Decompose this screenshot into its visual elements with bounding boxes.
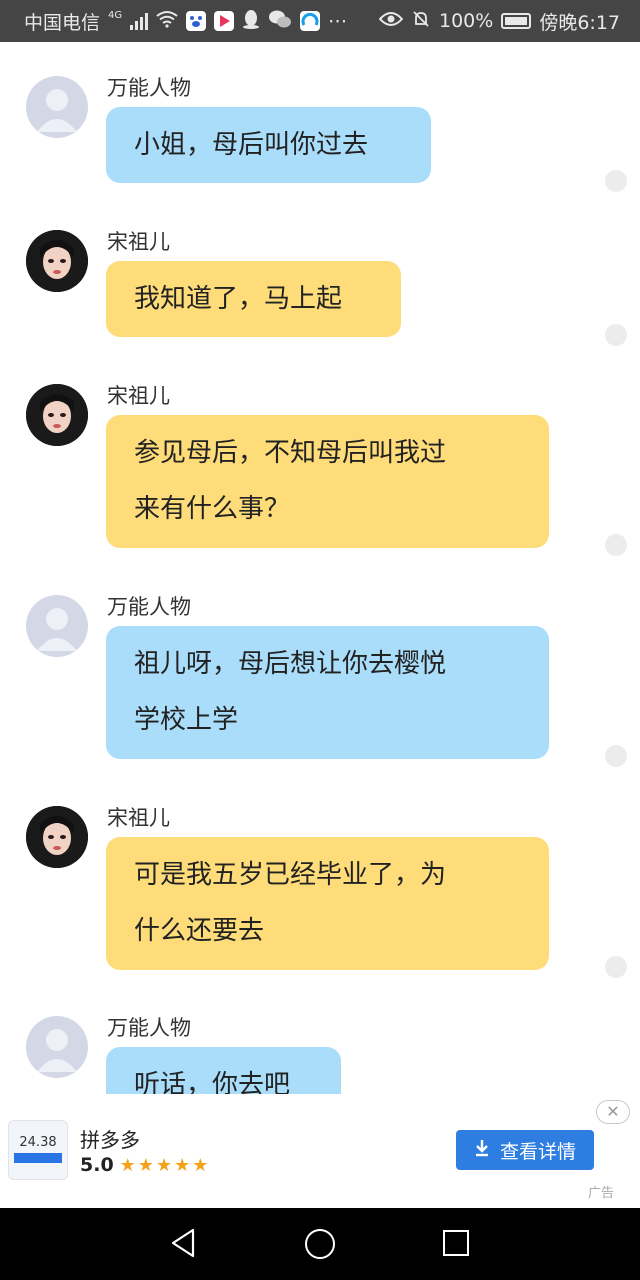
view-details-label: 查看详情 bbox=[499, 1140, 576, 1163]
mute-bell-icon bbox=[411, 9, 431, 34]
ad-close-button[interactable]: ✕ bbox=[596, 1100, 630, 1124]
ad-thumb-value: 24.38 bbox=[19, 1135, 57, 1150]
message-status-dot bbox=[605, 170, 627, 192]
battery-icon bbox=[501, 13, 532, 29]
message-bubble[interactable]: 听话，你去吧 bbox=[106, 1047, 341, 1094]
battery-percent: 100% bbox=[439, 10, 494, 32]
message-status-dot bbox=[605, 534, 627, 556]
default-avatar[interactable] bbox=[26, 1016, 88, 1078]
message-text-line: 来有什么事？ bbox=[134, 494, 291, 524]
default-avatar[interactable] bbox=[26, 76, 88, 138]
ad-label: 广告 bbox=[588, 1186, 615, 1201]
message-bubble[interactable]: 可是我五岁已经毕业了，为 什么还要去 bbox=[106, 837, 549, 970]
girl-avatar[interactable] bbox=[26, 230, 88, 292]
eye-icon bbox=[378, 10, 404, 32]
system-nav-bar bbox=[0, 1208, 640, 1280]
sender-name: 万能人物 bbox=[107, 76, 191, 100]
sender-name: 宋祖儿 bbox=[107, 806, 170, 830]
star-rating-icons: ★★★★★ bbox=[119, 1154, 211, 1176]
message-status-dot bbox=[605, 745, 627, 767]
clock: 傍晚6:17 bbox=[539, 11, 620, 34]
wifi-icon bbox=[156, 10, 178, 33]
message-status-dot bbox=[605, 324, 627, 346]
ad-app-thumbnail[interactable]: 24.38 bbox=[8, 1120, 68, 1180]
message-text: 我知道了，马上起 bbox=[134, 284, 343, 314]
message-bubble[interactable]: 我知道了，马上起 bbox=[106, 261, 401, 337]
more-notifications-icon: ⋯ bbox=[328, 10, 348, 32]
back-icon[interactable] bbox=[170, 1228, 196, 1262]
home-icon[interactable] bbox=[305, 1229, 335, 1259]
message-text: 听话，你去吧 bbox=[134, 1070, 291, 1094]
message-text-line: 可是我五岁已经毕业了，为 bbox=[134, 860, 447, 890]
message-status-dot bbox=[605, 956, 627, 978]
message-text-line: 什么还要去 bbox=[134, 916, 265, 946]
recent-apps-icon[interactable] bbox=[443, 1230, 469, 1256]
network-type: 4G bbox=[108, 9, 123, 21]
carrier-label: 中国电信 bbox=[24, 11, 101, 34]
ad-app-name: 拼多多 bbox=[80, 1128, 140, 1152]
message-bubble[interactable]: 祖儿呀，母后想让你去樱悦 学校上学 bbox=[106, 626, 549, 759]
message-bubble[interactable]: 参见母后，不知母后叫我过 来有什么事？ bbox=[106, 415, 549, 548]
message-bubble[interactable]: 小姐，母后叫你过去 bbox=[106, 107, 431, 183]
signal-icon bbox=[130, 12, 149, 30]
girl-avatar[interactable] bbox=[26, 384, 88, 446]
default-avatar[interactable] bbox=[26, 595, 88, 657]
message-text-line: 祖儿呀，母后想让你去樱悦 bbox=[134, 649, 447, 679]
ad-rating-value: 5.0 bbox=[80, 1154, 114, 1176]
sender-name: 万能人物 bbox=[107, 1016, 191, 1040]
video-app-icon bbox=[214, 11, 235, 31]
ad-banner[interactable]: 24.38 拼多多 5.0 ★★★★★ 查看详情 ✕ 广告 bbox=[0, 1094, 640, 1208]
browser-app-icon bbox=[300, 11, 321, 31]
sender-name: 宋祖儿 bbox=[107, 230, 170, 254]
sender-name: 万能人物 bbox=[107, 595, 191, 619]
status-bar: 中国电信 4G ⋯ 100% 傍晚6:17 bbox=[0, 0, 640, 42]
ad-rating: 5.0 ★★★★★ bbox=[80, 1154, 210, 1176]
ad-thumb-bar bbox=[14, 1153, 62, 1163]
qq-icon bbox=[242, 9, 260, 34]
girl-avatar[interactable] bbox=[26, 806, 88, 868]
chat-list[interactable]: 万能人物 小姐，母后叫你过去 宋祖儿 我知道了，马上起 宋祖儿 参见母后，不知母… bbox=[0, 42, 640, 1094]
message-text-line: 学校上学 bbox=[134, 705, 239, 735]
wechat-icon bbox=[268, 9, 292, 34]
message-text-line: 参见母后，不知母后叫我过 bbox=[134, 438, 447, 468]
message-text: 小姐，母后叫你过去 bbox=[134, 130, 369, 160]
download-icon bbox=[474, 1139, 490, 1162]
baidu-app-icon bbox=[186, 11, 207, 31]
sender-name: 宋祖儿 bbox=[107, 384, 170, 408]
view-details-button[interactable]: 查看详情 bbox=[456, 1130, 594, 1170]
